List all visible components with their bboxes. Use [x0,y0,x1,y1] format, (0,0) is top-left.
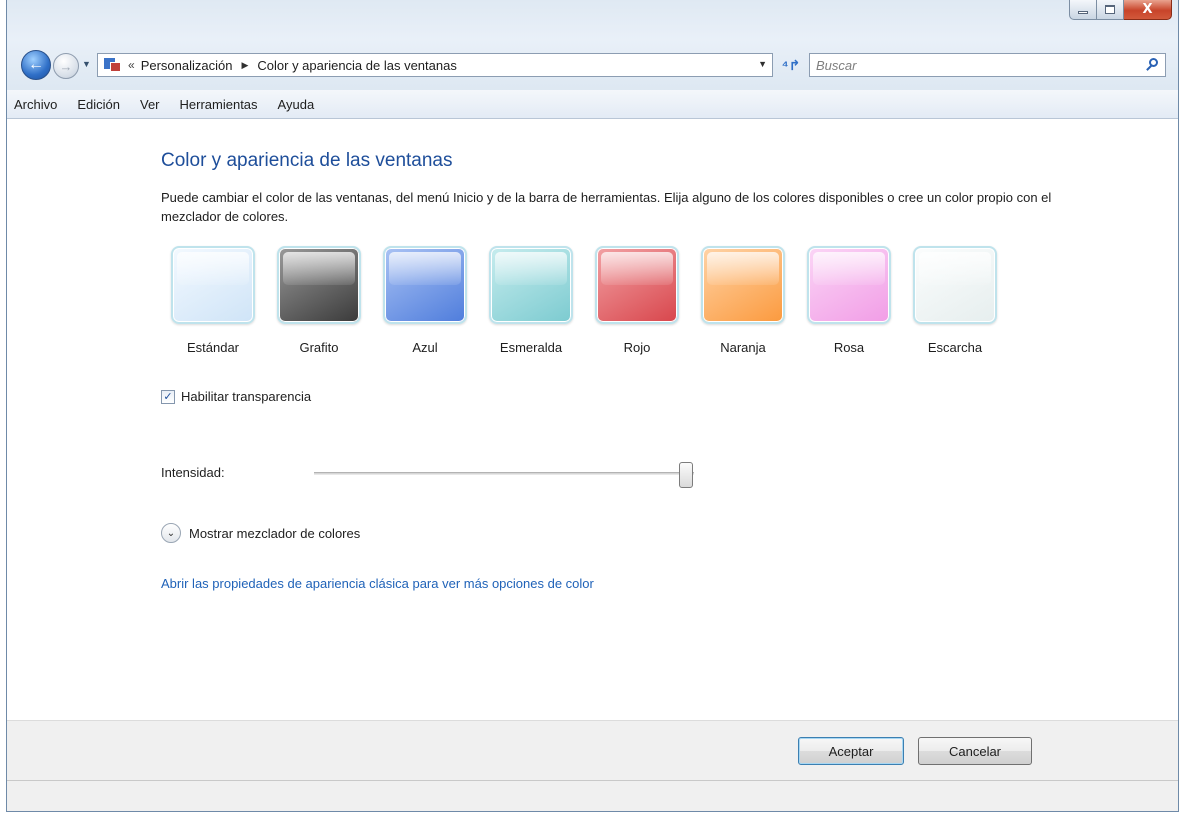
breadcrumb-window-color[interactable]: Color y apariencia de las ventanas [257,58,456,73]
color-mixer-toggle[interactable]: ⌄ Mostrar mezclador de colores [161,523,360,543]
forward-arrow-icon: → [59,58,73,74]
swatch-label: Rosa [833,340,865,355]
history-dropdown-icon[interactable]: ▼ [82,59,92,69]
swatch-tile[interactable] [701,246,785,324]
maximize-icon [1105,5,1115,14]
slider-track[interactable] [314,472,694,475]
address-dropdown-icon[interactable]: ▼ [758,59,767,69]
minimize-icon [1078,11,1088,14]
intensity-slider[interactable] [314,462,702,488]
swatch-escarcha[interactable]: Escarcha [903,246,1007,355]
intensity-label: Intensidad: [161,465,225,480]
minimize-button[interactable] [1069,0,1097,20]
page-description: Puede cambiar el color de las ventanas, … [161,190,1052,224]
window: X ← → ▼ « Personalización ▶ Color y apar… [6,0,1179,812]
search-input[interactable] [816,57,1126,73]
slider-thumb[interactable] [679,462,694,488]
swatch-label: Azul [412,340,438,355]
content-area: Color y apariencia de las ventanas Puede… [7,119,1178,720]
swatch-label: Escarcha [927,340,983,355]
menu-bar: Archivo Edición Ver Herramientas Ayuda [7,90,1178,119]
close-button[interactable]: X [1124,0,1172,20]
swatch-label: Naranja [720,340,766,355]
close-icon: X [1142,2,1153,17]
swatch-label: Estándar [186,340,240,355]
swatch-label: Rojo [623,340,651,355]
color-mixer-label[interactable]: Mostrar mezclador de colores [189,526,360,541]
swatch-tile[interactable] [489,246,573,324]
refresh-button[interactable]: ⁴↱ [777,53,805,77]
button-bar: Aceptar Cancelar [7,720,1178,780]
swatch-azul[interactable]: Azul [373,246,477,355]
control-panel-icon [104,57,122,73]
menu-ver[interactable]: Ver [140,97,160,112]
back-arrow-icon: ← [28,56,44,73]
swatch-esmeralda[interactable]: Esmeralda [479,246,583,355]
breadcrumb-arrow-icon[interactable]: ▶ [241,60,248,71]
cancel-button[interactable]: Cancelar [918,737,1032,765]
menu-archivo[interactable]: Archivo [14,97,57,112]
swatch-grafito[interactable]: Grafito [267,246,371,355]
address-bar[interactable]: « Personalización ▶ Color y apariencia d… [97,53,773,77]
transparency-label[interactable]: Habilitar transparencia [181,389,311,404]
swatch-tile[interactable] [807,246,891,324]
maximize-button[interactable] [1097,0,1124,20]
swatch-rosa[interactable]: Rosa [797,246,901,355]
swatch-tile[interactable] [277,246,361,324]
forward-button[interactable]: → [53,53,79,79]
ok-button[interactable]: Aceptar [798,737,904,765]
swatch-tile[interactable] [595,246,679,324]
status-bar [7,780,1178,811]
swatch-estandar[interactable]: Estándar [161,246,265,355]
back-button[interactable]: ← [21,50,51,80]
swatch-label: Grafito [299,340,339,355]
address-overflow-chevron[interactable]: « [128,58,135,72]
page-title: Color y apariencia de las ventanas [161,150,453,171]
swatch-tile[interactable] [913,246,997,324]
breadcrumb-personalization[interactable]: Personalización [141,58,233,73]
menu-ayuda[interactable]: Ayuda [278,97,315,112]
classic-appearance-link[interactable]: Abrir las propiedades de apariencia clás… [161,576,594,591]
search-icon[interactable] [1145,58,1159,72]
color-swatches: Estándar Grafito Azul Esmeralda Rojo Nar… [161,246,1041,366]
swatch-rojo[interactable]: Rojo [585,246,689,355]
refresh-icon: ⁴↱ [781,56,801,73]
menu-herramientas[interactable]: Herramientas [180,97,258,112]
chevron-down-icon[interactable]: ⌄ [161,523,181,543]
navigation-bar: ← → ▼ « Personalización ▶ Color y aparie… [7,44,1178,84]
swatch-tile[interactable] [383,246,467,324]
caption-controls: X [1069,0,1172,22]
search-box[interactable] [809,53,1166,77]
swatch-tile[interactable] [171,246,255,324]
transparency-checkbox[interactable]: ✓ [161,389,175,404]
menu-edicion[interactable]: Edición [77,97,120,112]
swatch-naranja[interactable]: Naranja [691,246,795,355]
transparency-option[interactable]: ✓ Habilitar transparencia [161,389,311,404]
swatch-label: Esmeralda [499,340,563,355]
